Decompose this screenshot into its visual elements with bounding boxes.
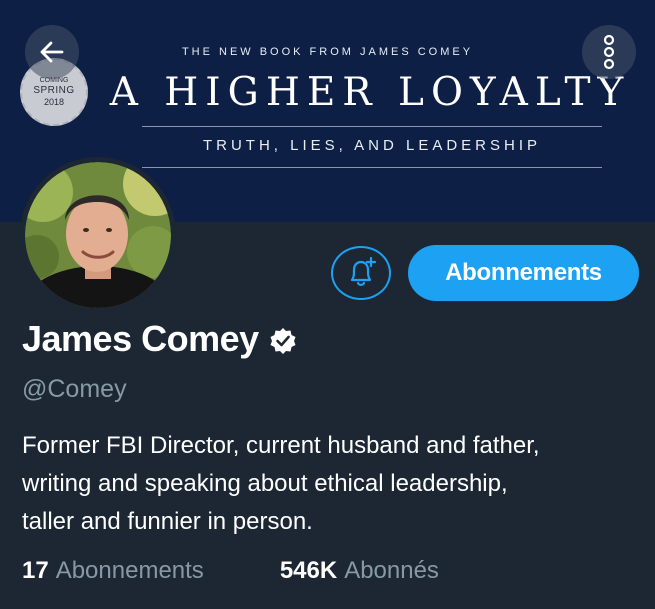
more-options-button[interactable] bbox=[582, 25, 636, 79]
following-label: Abonnements bbox=[55, 557, 204, 584]
followers-count: 546K bbox=[279, 557, 338, 584]
avatar[interactable] bbox=[20, 157, 176, 313]
bell-plus-icon bbox=[350, 256, 377, 286]
profile-bio: Former FBI Director, current husband and… bbox=[22, 427, 642, 541]
notifications-bell-button[interactable] bbox=[331, 246, 391, 300]
more-vertical-icon bbox=[603, 34, 615, 70]
bio-line: taller and funnier in person. bbox=[22, 508, 313, 535]
profile-stats: 17 Abonnements 546K Abonnés bbox=[22, 557, 439, 585]
profile-screen: COMING SPRING 2018 THE NEW BOOK FROM JAM… bbox=[0, 0, 655, 609]
name-row: James Comey bbox=[22, 318, 297, 360]
following-stat[interactable]: 17 Abonnements bbox=[22, 557, 204, 585]
followers-label: Abonnés bbox=[344, 557, 439, 584]
verified-badge-icon bbox=[270, 328, 296, 354]
banner-subtitle: TRUTH, LIES, AND LEADERSHIP bbox=[202, 137, 542, 154]
user-handle: @Comey bbox=[22, 375, 127, 403]
back-button[interactable] bbox=[25, 25, 79, 79]
display-name: James Comey bbox=[22, 318, 259, 359]
arrow-left-icon bbox=[40, 41, 64, 63]
bio-line: Former FBI Director, current husband and… bbox=[22, 432, 540, 459]
following-button[interactable]: Abonnements bbox=[408, 245, 639, 301]
following-count: 17 bbox=[22, 557, 49, 584]
seal-line-2: SPRING bbox=[33, 85, 75, 96]
banner-rule-bottom bbox=[142, 167, 602, 168]
seal-line-3: 2018 bbox=[43, 97, 65, 107]
banner-rule-top bbox=[142, 126, 602, 127]
followers-stat[interactable]: 546K Abonnés bbox=[280, 557, 439, 585]
banner-title: A HIGHER LOYALTY bbox=[109, 70, 631, 115]
banner-kicker: THE NEW BOOK FROM JAMES COMEY bbox=[181, 46, 474, 58]
bio-line: writing and speaking about ethical leade… bbox=[22, 470, 508, 497]
avatar-photo bbox=[25, 162, 171, 308]
